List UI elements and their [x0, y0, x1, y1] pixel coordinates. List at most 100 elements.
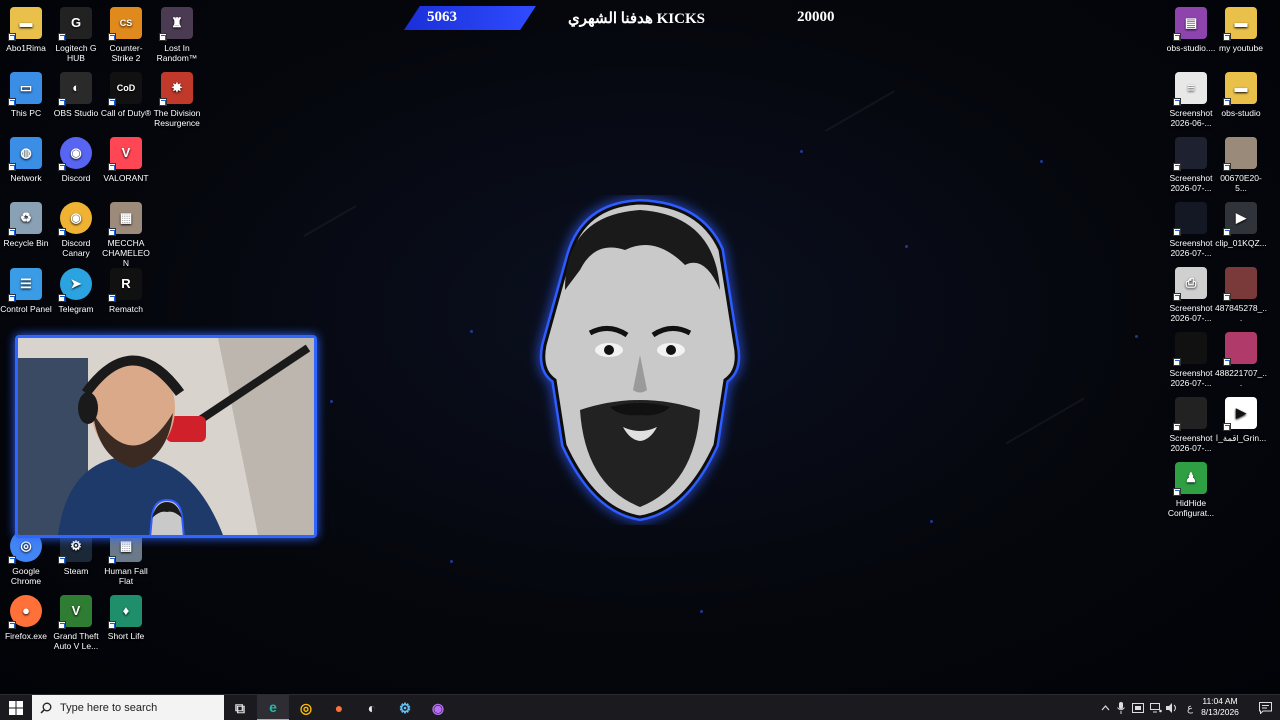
desktop-icon-folder-user[interactable]: ▬ Abo1Rima	[0, 7, 52, 53]
desktop-icon-network[interactable]: ◍ Network	[0, 137, 52, 183]
desktop-icon-gta-v[interactable]: V Grand Theft Auto V Le...	[50, 595, 102, 651]
folder-user-icon: ▬	[8, 7, 42, 41]
desktop-icon-lost-in-random[interactable]: ♜ Lost In Random™	[151, 7, 203, 63]
system-clock[interactable]: 11:04 AM 8/13/2026	[1196, 696, 1244, 718]
shortcut-arrow-icon	[1173, 358, 1181, 366]
desktop-icon-discord-canary[interactable]: ◉ Discord Canary	[50, 202, 102, 258]
desktop-icon-valorant[interactable]: V VALORANT	[100, 137, 152, 183]
shortcut-arrow-icon	[8, 98, 16, 106]
hidhide-icon: ♟	[1173, 462, 1207, 496]
firefox-icon: ●	[8, 595, 42, 629]
folder-icon: ▬	[1223, 72, 1257, 106]
desktop-icon-image-thumb[interactable]: 00670E20-5...	[1215, 137, 1267, 193]
desktop-icon-printer-doc[interactable]: ⎙ Screenshot 2026-07-...	[1165, 267, 1217, 323]
wallpaper-streak	[303, 205, 357, 237]
taskbar-app-firefox[interactable]: ●	[323, 695, 355, 720]
image-thumb-icon	[1223, 332, 1257, 366]
desktop-icon-winrar[interactable]: ▤ obs-studio....	[1165, 7, 1217, 53]
valorant-icon: V	[108, 137, 142, 171]
desktop-icon-screenshot-thumb[interactable]: Screenshot 2026-07-...	[1165, 397, 1217, 453]
search-input[interactable]	[60, 702, 210, 714]
tray-overflow-chevron-icon[interactable]	[1098, 695, 1112, 720]
shortcut-arrow-icon	[1223, 33, 1231, 41]
shortcut-arrow-icon	[8, 163, 16, 171]
desktop-icon-obs[interactable]: ◐ OBS Studio	[50, 72, 102, 118]
desktop-icon-chrome[interactable]: ◎ Google Chrome	[0, 530, 52, 586]
desktop-icon-call-of-duty[interactable]: CoD Call of Duty®	[100, 72, 152, 118]
control-panel-icon: ☰	[8, 268, 42, 302]
desktop-icon-label: Screenshot 2026-07-...	[1169, 368, 1213, 388]
desktop-icon-rematch[interactable]: R Rematch	[100, 268, 152, 314]
desktop-icon-label: Screenshot 2026-07-...	[1169, 433, 1213, 453]
volume-icon[interactable]	[1164, 695, 1180, 720]
notification-center-icon[interactable]	[1250, 695, 1280, 720]
shortcut-arrow-icon	[1223, 423, 1231, 431]
taskbar-app-task-view[interactable]: ⧉	[224, 695, 256, 720]
desktop-icon-meccha-chameleon[interactable]: ▦ MECCHA CHAMELEON	[100, 202, 152, 268]
computer-icon: ▭	[8, 72, 42, 106]
video-thumb-icon: ▶	[1223, 202, 1257, 236]
desktop-icon-human-fall-flat[interactable]: ▦ Human Fall Flat	[100, 530, 152, 586]
meccha-chameleon-icon: ▦	[108, 202, 142, 236]
desktop-icon-firefox[interactable]: ● Firefox.exe	[0, 595, 52, 641]
desktop-icon-video-thumb[interactable]: ▶ clip_01KQZ...	[1215, 202, 1267, 248]
shortcut-arrow-icon	[159, 98, 167, 106]
desktop-icon-label: MECCHA CHAMELEON	[102, 238, 150, 268]
desktop-icon-document[interactable]: ≡ Screenshot 2026-06-...	[1165, 72, 1217, 128]
desktop-background: ▬ Abo1Rima G Logitech G HUB CS Counter-Strike…	[0, 0, 1280, 694]
telegram-icon: ➤	[58, 268, 92, 302]
desktop-icon-label: 488221707_...	[1215, 368, 1267, 388]
shortcut-arrow-icon	[58, 556, 66, 564]
start-button[interactable]	[0, 695, 32, 720]
shortcut-arrow-icon	[108, 33, 116, 41]
microphone-icon[interactable]	[1114, 695, 1128, 720]
desktop-icon-telegram[interactable]: ➤ Telegram	[50, 268, 102, 314]
shortcut-arrow-icon	[108, 556, 116, 564]
desktop-icon-short-life[interactable]: ♦ Short Life	[100, 595, 152, 641]
streamer-logo	[539, 198, 741, 522]
desktop-icon-screenshot-thumb[interactable]: Screenshot 2026-07-...	[1165, 137, 1217, 193]
desktop-icon-control-panel[interactable]: ☰ Control Panel	[0, 268, 52, 314]
clock-time: 11:04 AM	[1202, 696, 1238, 706]
printer-doc-icon: ⎙	[1173, 267, 1207, 301]
shortcut-arrow-icon	[8, 228, 16, 236]
taskbar-app-edge[interactable]: e	[257, 695, 289, 720]
desktop-icon-image-thumb[interactable]: 488221707_...	[1215, 332, 1267, 388]
desktop-icon-division[interactable]: ✸ The Division Resurgence	[151, 72, 203, 128]
shortcut-arrow-icon	[1173, 423, 1181, 431]
network-status-icon[interactable]	[1148, 695, 1164, 720]
taskbar-app-discord-canary[interactable]: ◉	[422, 695, 454, 720]
shortcut-arrow-icon	[8, 621, 16, 629]
meet-now-icon[interactable]	[1130, 695, 1146, 720]
desktop-icon-label: Screenshot 2026-06-...	[1169, 108, 1213, 128]
wallpaper-speck	[470, 330, 473, 333]
shortcut-arrow-icon	[1173, 163, 1181, 171]
lost-in-random-icon: ♜	[159, 7, 193, 41]
desktop-icon-folder[interactable]: ▬ obs-studio	[1215, 72, 1267, 118]
desktop-icon-image-thumb[interactable]: 487845278_...	[1215, 267, 1267, 323]
taskbar-app-chrome[interactable]: ◎	[290, 695, 322, 720]
desktop-icon-media-file[interactable]: ▶ قمة_اl_Grin...	[1215, 397, 1267, 443]
desktop-icon-hidhide[interactable]: ♟ HidHide Configurat...	[1165, 462, 1217, 518]
shortcut-arrow-icon	[8, 33, 16, 41]
taskbar-app-obs[interactable]: ◐	[356, 695, 388, 720]
desktop-icon-discord[interactable]: ◉ Discord	[50, 137, 102, 183]
desktop-icon-label: Steam	[63, 566, 89, 576]
desktop-icon-label: Counter-Strike 2	[109, 43, 143, 63]
taskbar-app-steam[interactable]: ⚙	[389, 695, 421, 720]
desktop-icon-screenshot-thumb[interactable]: Screenshot 2026-07-...	[1165, 202, 1217, 258]
recycle-bin-icon: ♻	[8, 202, 42, 236]
desktop-icon-label: Firefox.exe	[4, 631, 48, 641]
desktop-icon-recycle-bin[interactable]: ♻ Recycle Bin	[0, 202, 52, 248]
desktop-icon-label: obs-studio	[1221, 108, 1261, 118]
desktop-icon-label: Discord	[61, 173, 91, 183]
desktop-icon-label: The Division Resurgence	[153, 108, 201, 128]
desktop-icon-computer[interactable]: ▭ This PC	[0, 72, 52, 118]
shortcut-arrow-icon	[1223, 358, 1231, 366]
desktop-icon-counter-strike[interactable]: CS Counter-Strike 2	[100, 7, 152, 63]
desktop-icon-folder[interactable]: ▬ my youtube	[1215, 7, 1267, 53]
desktop-icon-logitech-g[interactable]: G Logitech G HUB	[50, 7, 102, 63]
obs-icon: ◐	[58, 72, 92, 106]
taskbar-search[interactable]	[32, 695, 224, 720]
desktop-icon-screenshot-thumb[interactable]: Screenshot 2026-07-...	[1165, 332, 1217, 388]
